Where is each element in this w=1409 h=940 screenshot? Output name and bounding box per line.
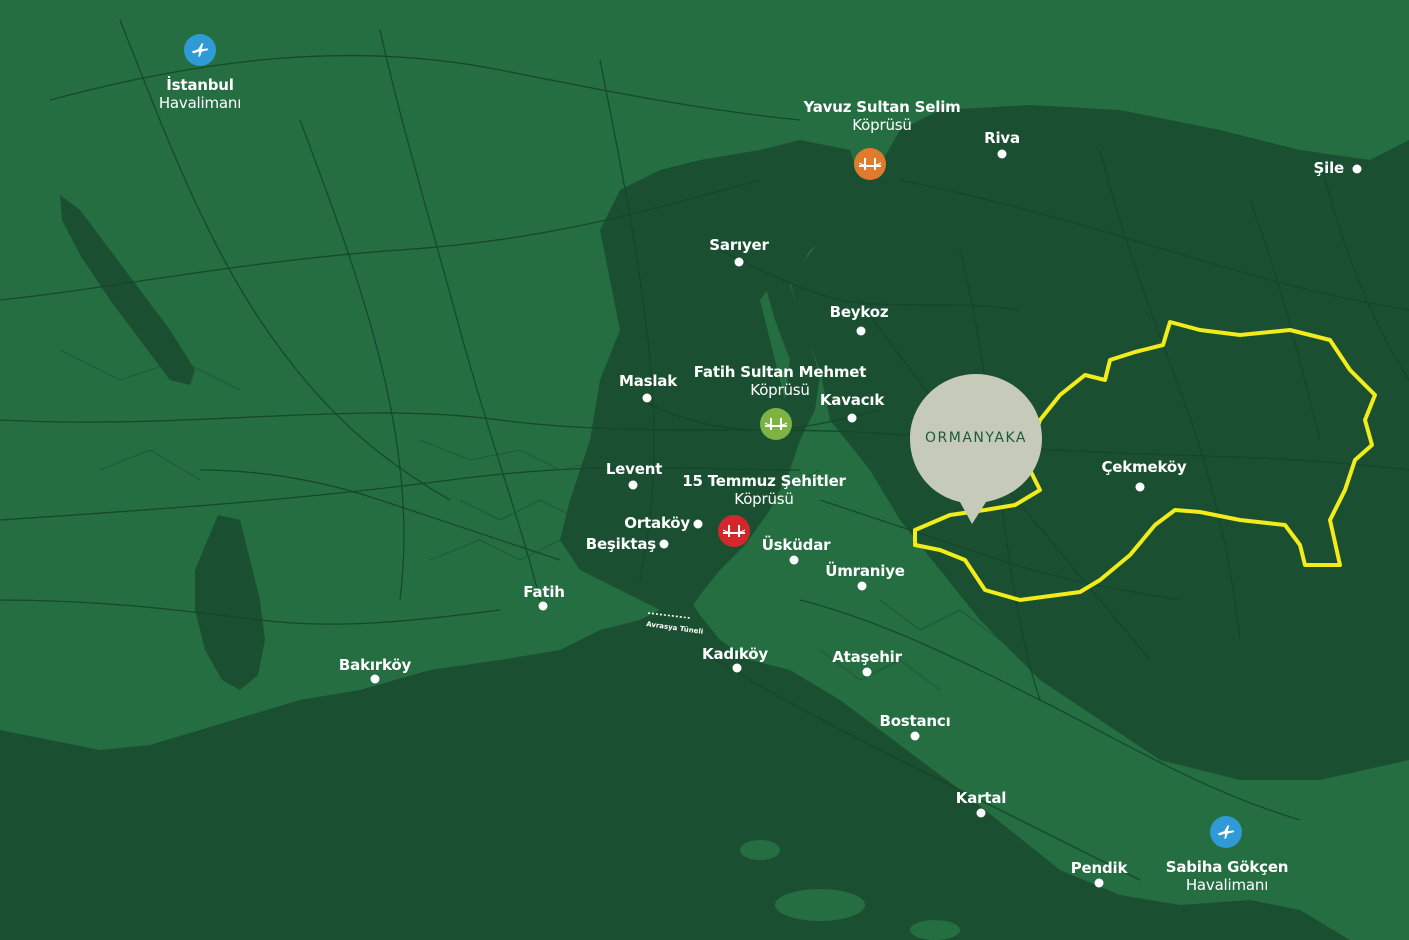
place-label-kavacik: Kavacık (819, 391, 885, 409)
airport-sub: Havalimanı (158, 94, 242, 112)
place-label-uskudar: Üsküdar (761, 536, 831, 554)
place-dot-fatih[interactable] (538, 601, 548, 611)
sabiha-airport-marker[interactable] (1210, 816, 1242, 848)
project-location-pin[interactable] (910, 374, 1042, 524)
pin-shape (910, 374, 1042, 524)
istanbul-airport-marker[interactable] (184, 34, 216, 66)
place-dot-cekmekoy[interactable] (1135, 482, 1145, 492)
bridge-icon (723, 525, 745, 537)
place-label-kartal: Kartal (955, 789, 1007, 807)
temmuz-bridge-label: 15 Temmuz Şehitler Köprüsü (682, 472, 846, 508)
place-label-umraniye: Ümraniye (825, 562, 905, 580)
place-dot-levent[interactable] (628, 480, 638, 490)
place-dot-pendik[interactable] (1094, 878, 1104, 888)
place-label-atasehir: Ataşehir (832, 648, 902, 666)
place-label-kadikoy: Kadıköy (702, 645, 768, 663)
istanbul-location-map: İstanbul Havalimanı Sabiha Gökçen Havali… (0, 0, 1409, 940)
place-dot-beykoz[interactable] (856, 326, 866, 336)
place-dot-maslak[interactable] (642, 393, 652, 403)
place-label-pendik: Pendik (1070, 859, 1128, 877)
place-dot-bostanci[interactable] (910, 731, 920, 741)
yavuz-bridge-label: Yavuz Sultan Selim Köprüsü (803, 98, 960, 134)
place-dot-riva[interactable] (997, 149, 1007, 159)
place-label-fatih: Fatih (523, 583, 565, 601)
bridge-name: Yavuz Sultan Selim (803, 98, 961, 116)
bridge-sub: Köprüsü (852, 116, 912, 134)
bridge-sub: Köprüsü (734, 490, 794, 508)
place-dot-uskudar[interactable] (789, 555, 799, 565)
place-label-cekmekoy: Çekmeköy (1101, 458, 1187, 476)
place-dot-kadikoy[interactable] (732, 663, 742, 673)
istanbul-airport-label: İstanbul Havalimanı (158, 76, 242, 112)
bridge-name: 15 Temmuz Şehitler (682, 472, 846, 490)
airport-sub: Havalimanı (1185, 876, 1269, 894)
place-label-bostanci: Bostancı (879, 712, 951, 730)
place-label-ortakoy: Ortaköy (624, 514, 690, 532)
place-dot-kartal[interactable] (976, 808, 986, 818)
bridge-icon (765, 418, 787, 430)
place-label-levent: Levent (605, 460, 663, 478)
airplane-icon (191, 43, 209, 57)
place-dot-umraniye[interactable] (857, 581, 867, 591)
map-base (0, 0, 1409, 940)
bridge-name: Fatih Sultan Mehmet (693, 363, 867, 381)
airport-name: İstanbul (166, 76, 234, 94)
fsm-bridge-marker[interactable] (760, 408, 792, 440)
place-label-riva: Riva (984, 129, 1020, 147)
yavuz-bridge-marker[interactable] (854, 148, 886, 180)
place-dot-kavacik[interactable] (847, 413, 857, 423)
place-label-bakirkoy: Bakırköy (338, 656, 412, 674)
temmuz-bridge-marker[interactable] (718, 515, 750, 547)
place-dot-sile[interactable] (1352, 164, 1362, 174)
airplane-icon (1217, 825, 1235, 839)
airport-name: Sabiha Gökçen (1165, 858, 1289, 876)
project-name: ORMANYAKA (925, 430, 1027, 446)
place-dot-ortakoy[interactable] (693, 519, 703, 529)
island (740, 840, 780, 860)
place-label-besiktas: Beşiktaş (585, 535, 656, 553)
place-label-sile: Şile (1313, 159, 1345, 177)
sabiha-airport-label: Sabiha Gökçen Havalimanı (1166, 858, 1289, 894)
place-dot-sariyer[interactable] (734, 257, 744, 267)
place-dot-bakirkoy[interactable] (370, 674, 380, 684)
place-label-sariyer: Sarıyer (709, 236, 769, 254)
bridge-icon (859, 158, 881, 170)
place-label-maslak: Maslak (618, 372, 678, 390)
place-dot-besiktas[interactable] (659, 539, 669, 549)
place-label-beykoz: Beykoz (829, 303, 889, 321)
island (775, 889, 865, 921)
island (910, 920, 960, 940)
place-dot-atasehir[interactable] (862, 667, 872, 677)
